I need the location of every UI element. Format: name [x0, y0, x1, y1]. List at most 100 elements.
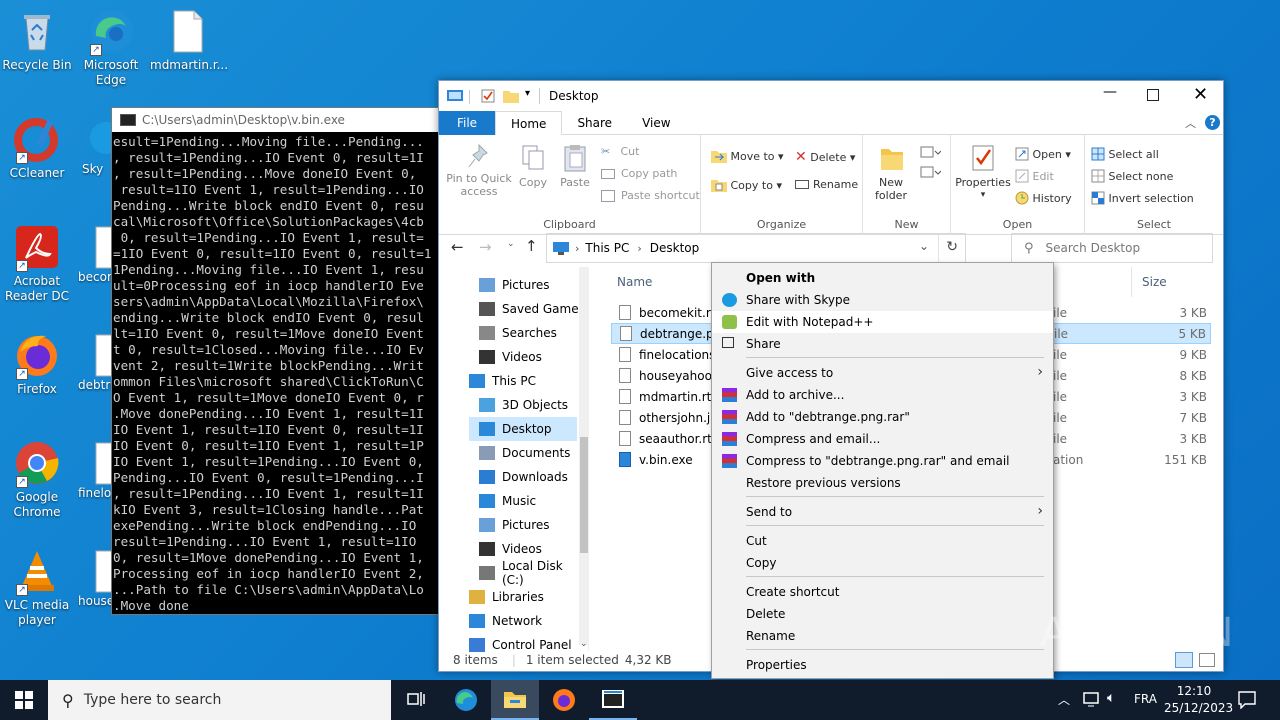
language-indicator[interactable]: FRA [1134, 692, 1157, 706]
tab-home[interactable]: Home [495, 110, 563, 136]
column-header-name[interactable]: Name [617, 275, 652, 289]
column-header-size[interactable]: Size [1142, 275, 1167, 289]
nav-item-pictures[interactable]: Pictures [479, 513, 550, 537]
console-titlebar[interactable]: C:\Users\admin\Desktop\v.bin.exe [112, 108, 440, 132]
desktop-icon-recycle-bin[interactable]: Recycle Bin [0, 8, 74, 73]
move-to-button[interactable]: Move to ▾ [711, 149, 784, 163]
menu-item-restore-previous-versions[interactable]: Restore previous versions [712, 472, 1053, 494]
nav-item-desktop[interactable]: Desktop [469, 417, 577, 441]
clock[interactable]: 12:10 25/12/2023 [1164, 683, 1233, 717]
menu-item-add-to-archive[interactable]: Add to archive... [712, 384, 1053, 406]
taskbar-firefox[interactable] [540, 680, 588, 720]
properties-dropdown-icon[interactable]: ▾ [955, 189, 1011, 202]
open-button[interactable]: Open ▾ [1015, 147, 1071, 161]
context-menu[interactable]: Open with Share with Skype Edit with Notep… [711, 262, 1054, 679]
up-button[interactable]: ↑ [525, 237, 538, 255]
address-bar[interactable]: › This PC › Desktop ⌄ ↻ [546, 233, 966, 263]
nav-item-libraries[interactable]: Libraries [469, 585, 544, 609]
quick-access-dropdown-icon[interactable]: ▾ [525, 88, 530, 99]
forward-button[interactable]: → [479, 238, 492, 256]
taskbar-console[interactable] [589, 680, 637, 720]
nav-item-local-disk-c[interactable]: Local Disk (C:) [479, 559, 588, 587]
nav-item-saved-games[interactable]: Saved Games [479, 297, 585, 321]
nav-item-network[interactable]: Network [469, 609, 542, 633]
properties-quick-icon[interactable] [481, 89, 495, 103]
desktop-icon-acrobat[interactable]: ↗ Acrobat Reader DC [0, 224, 74, 304]
breadcrumb-desktop[interactable]: Desktop [650, 241, 700, 255]
history-button[interactable]: History [1015, 191, 1072, 205]
delete-button[interactable]: ✕ Delete ▾ [795, 149, 855, 165]
copy-to-button[interactable]: Copy to ▾ [711, 178, 782, 192]
nav-scroll-thumb[interactable] [580, 437, 588, 553]
cut-button[interactable]: ✂ Cut [601, 145, 639, 158]
nav-item-this-pc[interactable]: This PC [469, 369, 536, 393]
select-all-button[interactable]: Select all [1091, 147, 1159, 161]
menu-item-compress-to-debtrange-png-rar-and-email[interactable]: Compress to "debtrange.png.rar" and emai… [712, 450, 1053, 472]
nav-item-pictures[interactable]: Pictures [479, 273, 550, 297]
tab-file[interactable]: File [439, 110, 495, 135]
tab-view[interactable]: View [627, 111, 685, 135]
menu-item-edit-with-notepad[interactable]: Edit with Notepad++ [712, 311, 1053, 333]
paste-shortcut-button[interactable]: Paste shortcut [601, 189, 700, 202]
explorer-titlebar[interactable]: ▾ Desktop — ✕ [439, 81, 1223, 111]
maximize-button[interactable] [1147, 89, 1159, 101]
tray-overflow-icon[interactable]: ︿ [1058, 691, 1070, 708]
menu-item-compress-and-email[interactable]: Compress and email... [712, 428, 1053, 450]
desktop-icon-edge[interactable]: ↗ Microsoft Edge [74, 8, 148, 88]
properties-button[interactable]: Properties ▾ [955, 143, 1011, 202]
rename-button[interactable]: Rename [795, 178, 858, 191]
refresh-icon[interactable]: ↻ [946, 239, 958, 255]
menu-item-create-shortcut[interactable]: Create shortcut [712, 581, 1053, 603]
network-icon[interactable] [1083, 692, 1101, 708]
address-dropdown-icon[interactable]: ⌄ [919, 239, 929, 253]
desktop-icon-ccleaner[interactable]: ↗ CCleaner [0, 116, 74, 181]
recent-locations-icon[interactable]: ⌄ [507, 239, 515, 249]
console-window[interactable]: C:\Users\admin\Desktop\v.bin.exe esult=1… [111, 107, 441, 615]
menu-item-share[interactable]: Share [712, 333, 1053, 355]
minimize-button[interactable]: — [1103, 84, 1117, 100]
desktop-icon-becomekit[interactable]: becom [78, 224, 112, 285]
notifications-icon[interactable] [1238, 691, 1256, 709]
menu-item-rename[interactable]: Rename [712, 625, 1053, 647]
desktop-icon-mdmartin[interactable]: mdmartin.r... [150, 8, 228, 73]
invert-selection-button[interactable]: Invert selection [1091, 191, 1194, 205]
volume-icon[interactable]: 🔈︎ [1107, 690, 1115, 706]
nav-item-music[interactable]: Music [479, 489, 536, 513]
back-button[interactable]: ← [451, 238, 464, 256]
new-item-icons[interactable] [919, 145, 941, 185]
menu-item-give-access-to[interactable]: Give access to › [712, 362, 1053, 384]
nav-item-videos[interactable]: Videos [479, 345, 542, 369]
close-button[interactable]: ✕ [1193, 84, 1208, 105]
help-icon[interactable]: ? [1205, 115, 1220, 130]
desktop-icon-debtrange[interactable]: debtra [78, 332, 112, 393]
nav-item-3d-objects[interactable]: 3D Objects [479, 393, 568, 417]
new-folder-button[interactable]: New folder [873, 143, 911, 202]
desktop-icon-skype[interactable]: Sky [82, 116, 112, 177]
menu-item-properties[interactable]: Properties [712, 654, 1053, 676]
nav-scroll-down-icon[interactable]: ⌄ [580, 639, 588, 649]
menu-item-send-to[interactable]: Send to › [712, 501, 1053, 523]
copy-button[interactable]: Copy [515, 143, 551, 189]
menu-item-delete[interactable]: Delete [712, 603, 1053, 625]
taskbar-search[interactable]: ⚲ Type here to search [48, 680, 391, 720]
menu-item-add-to-debtrange-png-rar[interactable]: Add to "debtrange.png.rar" [712, 406, 1053, 428]
collapse-ribbon-icon[interactable]: ︿ [1185, 115, 1196, 131]
tab-share[interactable]: Share [562, 111, 627, 135]
pin-quick-access-button[interactable]: Pin to Quick access [443, 143, 515, 198]
start-button[interactable] [0, 680, 48, 720]
navigation-pane[interactable]: Pictures Saved Games Searches Videos This PC… [439, 267, 589, 652]
taskbar-edge[interactable] [442, 680, 490, 720]
menu-item-cut[interactable]: Cut [712, 530, 1053, 552]
paste-button[interactable]: Paste [555, 143, 595, 189]
nav-item-searches[interactable]: Searches [479, 321, 557, 345]
select-none-button[interactable]: Select none [1091, 169, 1173, 183]
desktop-icon-finelocations[interactable]: finelo [78, 440, 112, 501]
task-view-button[interactable] [392, 680, 440, 720]
nav-scrollbar[interactable]: ⌄ [579, 267, 589, 649]
menu-item-copy[interactable]: Copy [712, 552, 1053, 574]
nav-item-documents[interactable]: Documents [479, 441, 570, 465]
taskbar-file-explorer[interactable] [491, 680, 539, 720]
new-folder-quick-icon[interactable] [503, 89, 519, 103]
desktop-icon-vlc[interactable]: ↗ VLC media player [0, 548, 74, 628]
desktop-icon-chrome[interactable]: ↗ Google Chrome [0, 440, 74, 520]
